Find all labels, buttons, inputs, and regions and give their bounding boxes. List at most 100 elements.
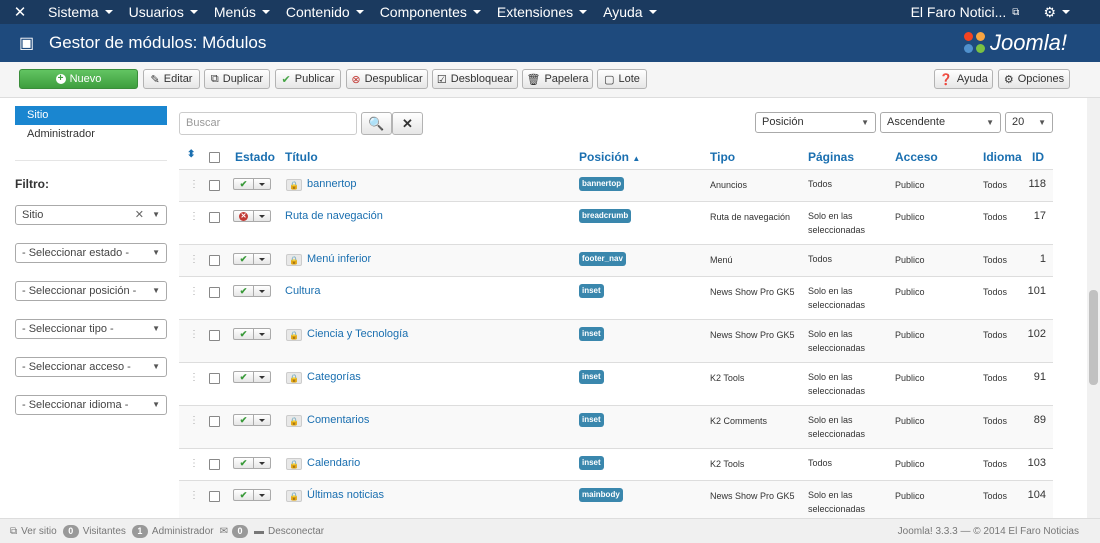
col-titulo[interactable]: Título (285, 150, 318, 164)
state-filter-select[interactable]: - Seleccionar estado - ▼ (15, 243, 167, 263)
drag-handle-icon[interactable]: ⋮ (189, 490, 199, 501)
drag-handle-icon[interactable]: ⋮ (189, 286, 199, 297)
direction-select[interactable]: Ascendente ▼ (880, 112, 1001, 133)
col-posicion[interactable]: Posición ▲ (579, 150, 640, 164)
lock-icon[interactable]: 🔒 (286, 415, 302, 427)
lock-icon[interactable]: 🔒 (286, 329, 302, 341)
state-dropdown[interactable] (254, 490, 270, 500)
nav-menu-0[interactable]: Sistema (40, 0, 121, 24)
joomla-menu-icon[interactable]: ✕ (0, 0, 40, 24)
nav-menu-6[interactable]: Ayuda (595, 0, 664, 24)
help-button[interactable]: ❓ Ayuda (934, 69, 993, 89)
module-title-link[interactable]: Calendario (307, 457, 360, 469)
sidebar-item-site[interactable]: Sitio (15, 106, 167, 125)
user-menu[interactable]: ⚙ (1027, 4, 1100, 21)
lock-icon[interactable]: 🔒 (286, 490, 302, 502)
lock-icon[interactable]: 🔒 (286, 372, 302, 384)
select-all-checkbox[interactable] (209, 152, 220, 163)
state-toggle[interactable]: ✔ (233, 457, 271, 469)
state-toggle[interactable]: ✔ (233, 328, 271, 340)
state-dropdown[interactable] (254, 254, 270, 264)
scrollbar-thumb[interactable] (1089, 290, 1098, 385)
row-checkbox[interactable] (209, 416, 220, 427)
state-toggle[interactable]: ✔ (233, 371, 271, 383)
type-filter-select[interactable]: - Seleccionar tipo - ▼ (15, 319, 167, 339)
duplicate-button[interactable]: ⧉ Duplicar (204, 69, 270, 89)
state-dropdown[interactable] (254, 329, 270, 339)
row-checkbox[interactable] (209, 212, 220, 223)
options-button[interactable]: ⚙ Opciones (998, 69, 1070, 89)
module-title-link[interactable]: Cultura (285, 285, 320, 297)
search-input[interactable]: Buscar (179, 112, 357, 135)
lock-icon[interactable]: 🔒 (286, 254, 302, 266)
access-filter-select[interactable]: - Seleccionar acceso - ▼ (15, 357, 167, 377)
module-title-link[interactable]: Últimas noticias (307, 489, 384, 501)
scrollbar[interactable] (1087, 98, 1100, 518)
drag-handle-icon[interactable]: ⋮ (189, 254, 199, 265)
nav-menu-2[interactable]: Menús (206, 0, 278, 24)
row-checkbox[interactable] (209, 180, 220, 191)
lock-icon[interactable]: 🔒 (286, 179, 302, 191)
module-title-link[interactable]: Categorías (307, 371, 361, 383)
col-id[interactable]: ID (1032, 150, 1044, 164)
position-filter-select[interactable]: - Seleccionar posición - ▼ (15, 281, 167, 301)
module-title-link[interactable]: Comentarios (307, 414, 369, 426)
nav-menu-1[interactable]: Usuarios (121, 0, 206, 24)
state-dropdown[interactable] (254, 415, 270, 425)
row-checkbox[interactable] (209, 459, 220, 470)
drag-handle-icon[interactable]: ⋮ (189, 211, 199, 222)
site-link[interactable]: El Faro Notici... ⧉ (903, 4, 1028, 20)
nav-menu-5[interactable]: Extensiones (489, 0, 595, 24)
col-acceso[interactable]: Acceso (895, 150, 938, 164)
state-toggle[interactable]: ✔ (233, 489, 271, 501)
module-title-link[interactable]: Ruta de navegación (285, 210, 383, 222)
state-dropdown[interactable] (254, 211, 270, 221)
col-estado[interactable]: Estado (235, 150, 275, 164)
col-tipo[interactable]: Tipo (710, 150, 735, 164)
clear-icon[interactable]: ✕ (135, 206, 144, 224)
sidebar-item-administrator[interactable]: Administrador (15, 125, 167, 144)
new-button[interactable]: + Nuevo (19, 69, 138, 89)
state-dropdown[interactable] (254, 372, 270, 382)
state-toggle[interactable]: ✔ (233, 178, 271, 190)
language-filter-select[interactable]: - Seleccionar idioma - ▼ (15, 395, 167, 415)
drag-handle-icon[interactable]: ⋮ (189, 458, 199, 469)
col-paginas[interactable]: Páginas (808, 150, 854, 164)
row-checkbox[interactable] (209, 373, 220, 384)
edit-button[interactable]: ✎ Editar (143, 69, 200, 89)
row-checkbox[interactable] (209, 255, 220, 266)
drag-handle-icon[interactable]: ⋮ (189, 415, 199, 426)
ordering-select[interactable]: Posición ▼ (755, 112, 876, 133)
drag-handle-icon[interactable]: ⋮ (189, 179, 199, 190)
row-checkbox[interactable] (209, 287, 220, 298)
drag-handle-icon[interactable]: ⋮ (189, 329, 199, 340)
module-title-link[interactable]: bannertop (307, 178, 357, 190)
state-toggle[interactable]: ✔ (233, 285, 271, 297)
lock-icon[interactable]: 🔒 (286, 458, 302, 470)
clear-search-button[interactable]: ✕ (392, 112, 423, 135)
sort-icon[interactable]: ⬍ (187, 149, 195, 160)
state-dropdown[interactable] (254, 458, 270, 468)
drag-handle-icon[interactable]: ⋮ (189, 372, 199, 383)
unpublish-button[interactable]: ⊗ Despublicar (346, 69, 428, 89)
state-dropdown[interactable] (254, 286, 270, 296)
publish-button[interactable]: ✔ Publicar (275, 69, 341, 89)
messages-status[interactable]: ✉ 0 (220, 524, 248, 538)
module-title-link[interactable]: Ciencia y Tecnología (307, 328, 408, 340)
trash-button[interactable]: 🗑 Papelera (522, 69, 593, 89)
state-dropdown[interactable] (254, 179, 270, 189)
search-button[interactable]: 🔍 (361, 112, 392, 135)
batch-button[interactable]: ▢ Lote (597, 69, 647, 89)
limit-select[interactable]: 20 ▼ (1005, 112, 1053, 133)
row-checkbox[interactable] (209, 491, 220, 502)
state-toggle[interactable]: ✔ (233, 253, 271, 265)
state-toggle[interactable]: ✕ (233, 210, 271, 222)
module-title-link[interactable]: Menú inferior (307, 253, 371, 265)
checkin-button[interactable]: ☑ Desbloquear (432, 69, 518, 89)
client-select[interactable]: Sitio ✕ ▼ (15, 205, 167, 225)
row-checkbox[interactable] (209, 330, 220, 341)
nav-menu-3[interactable]: Contenido (278, 0, 372, 24)
nav-menu-4[interactable]: Componentes (372, 0, 489, 24)
view-site-link[interactable]: ⧉ Ver sitio (10, 526, 57, 537)
logout-link[interactable]: ▬ Desconectar (254, 526, 324, 537)
